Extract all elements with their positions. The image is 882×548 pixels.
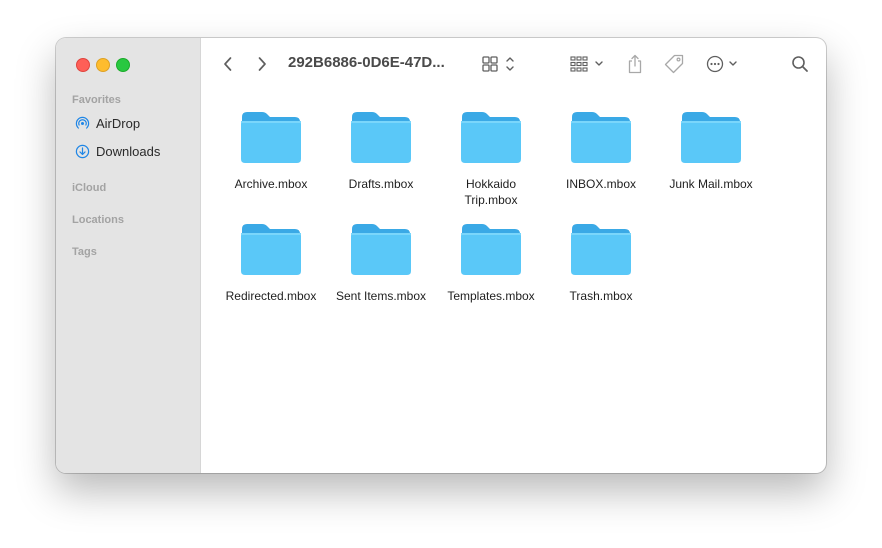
folder-item[interactable]: Sent Items.mbox	[326, 222, 436, 304]
share-button[interactable]	[624, 52, 646, 76]
file-name: Drafts.mbox	[348, 177, 414, 191]
folder-icon	[571, 112, 631, 163]
share-icon	[628, 54, 642, 74]
folder-icon	[351, 112, 411, 163]
sidebar: Favorites AirDrop Downloads iCloud Locat…	[56, 38, 201, 473]
folder-item[interactable]: Hokkaido Trip.mbox	[436, 110, 546, 208]
more-actions-button[interactable]	[702, 52, 744, 76]
file-name: INBOX.mbox	[565, 177, 637, 191]
file-name: Trash.mbox	[569, 289, 633, 303]
folder-item[interactable]: Junk Mail.mbox	[656, 110, 766, 192]
folder-icon	[461, 224, 521, 275]
search-icon	[792, 56, 808, 72]
folder-item[interactable]: Trash.mbox	[546, 222, 656, 304]
folder-icon	[571, 224, 631, 275]
sidebar-item-downloads[interactable]: Downloads	[74, 141, 160, 161]
airdrop-icon	[74, 115, 90, 131]
file-name: Junk Mail.mbox	[669, 177, 753, 191]
sidebar-section-locations[interactable]: Locations	[72, 214, 124, 226]
view-mode-button[interactable]	[478, 52, 518, 76]
file-name: Sent Items.mbox	[335, 289, 427, 303]
minimize-window-button[interactable]	[96, 58, 110, 72]
back-button[interactable]	[218, 54, 238, 74]
close-window-button[interactable]	[76, 58, 90, 72]
sidebar-section-tags[interactable]: Tags	[72, 246, 97, 258]
folder-item[interactable]: Archive.mbox	[216, 110, 326, 192]
group-by-icon	[570, 56, 603, 72]
sidebar-item-label: AirDrop	[96, 115, 141, 131]
chevron-left-icon	[224, 57, 232, 71]
file-name: Templates.mbox	[447, 289, 535, 303]
download-icon	[74, 143, 90, 159]
sidebar-item-label: Downloads	[96, 143, 161, 159]
group-by-button[interactable]	[566, 52, 608, 76]
search-button[interactable]	[788, 52, 812, 76]
folder-icon	[351, 224, 411, 275]
zoom-window-button[interactable]	[116, 58, 130, 72]
chevron-right-icon	[258, 57, 266, 71]
file-name: Redirected.mbox	[225, 289, 317, 303]
ellipsis-circle-icon	[706, 55, 737, 73]
sidebar-section-favorites[interactable]: Favorites	[72, 94, 121, 106]
sidebar-item-airdrop[interactable]: AirDrop	[74, 113, 140, 133]
finder-window: Favorites AirDrop Downloads iCloud Locat…	[56, 38, 826, 473]
file-name: Hokkaido Trip.mbox	[464, 177, 518, 207]
folder-item[interactable]: Drafts.mbox	[326, 110, 436, 192]
folder-icon	[681, 112, 741, 163]
grid-view-icon	[482, 56, 514, 72]
folder-item[interactable]: Redirected.mbox	[216, 222, 326, 304]
folder-icon	[241, 112, 301, 163]
folder-item[interactable]: INBOX.mbox	[546, 110, 656, 192]
sidebar-section-icloud[interactable]: iCloud	[72, 182, 106, 194]
tag-icon	[664, 54, 684, 74]
forward-button[interactable]	[252, 54, 272, 74]
tags-button[interactable]	[662, 52, 686, 76]
folder-icon	[241, 224, 301, 275]
window-title: 292B6886-0D6E-47D...	[288, 54, 445, 71]
file-name: Archive.mbox	[234, 177, 308, 191]
folder-icon	[461, 112, 521, 163]
folder-item[interactable]: Templates.mbox	[436, 222, 546, 304]
